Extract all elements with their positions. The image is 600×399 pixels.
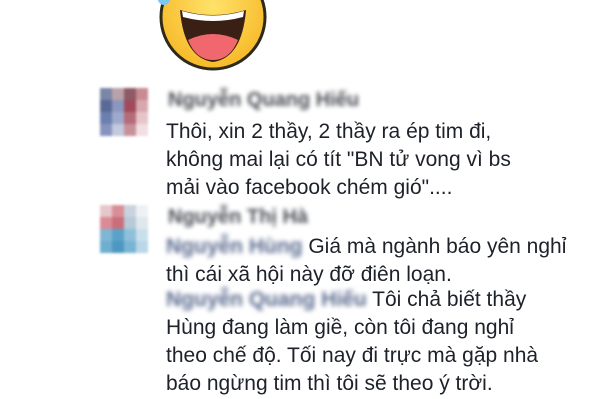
avatar[interactable] bbox=[100, 205, 148, 253]
reply-line: Hùng đang làm giề, còn tôi đang nghỉ bbox=[166, 316, 514, 339]
comment-author-name[interactable]: Nguyễn Quang Hiếu bbox=[168, 88, 359, 112]
avatar[interactable] bbox=[100, 88, 148, 136]
reply-line: báo ngừng tim thì tôi sẽ theo ý trời. bbox=[166, 372, 493, 395]
comment-line: không mai lại có tít "BN tử vong vì bs bbox=[166, 148, 511, 171]
laughing-emoji-icon bbox=[158, 0, 267, 71]
comment-thread: Nguyễn Quang Hiếu Thôi, xin 2 thầy, 2 th… bbox=[0, 0, 600, 399]
comment-text: Thôi, xin 2 thầy, 2 thầy ra ép tim đi, k… bbox=[166, 118, 511, 202]
comment-author-name[interactable]: Nguyễn Thị Hà bbox=[168, 205, 308, 229]
reply-text: Nguyễn Hùng Giá mà ngành báo yên nghỉ th… bbox=[166, 233, 566, 289]
mention-link[interactable]: Nguyễn Hùng bbox=[166, 233, 303, 261]
reply-line: Nguyễn Hùng Giá mà ngành báo yên nghỉ bbox=[166, 233, 566, 261]
comment-line: Thôi, xin 2 thầy, 2 thầy ra ép tim đi, bbox=[166, 120, 492, 143]
comment-line: mải vào facebook chém gió".... bbox=[166, 176, 453, 199]
reply-line: Nguyễn Quang Hiếu Tôi chả biết thầy bbox=[166, 286, 538, 314]
reply-line: theo chế độ. Tối nay đi trực mà gặp nhà bbox=[166, 344, 539, 367]
reply-line-text: Tôi chả biết thầy bbox=[372, 288, 527, 311]
reply-text: Nguyễn Quang Hiếu Tôi chả biết thầy Hùng… bbox=[166, 286, 538, 398]
reply-line: thì cái xã hội này đỡ điên loạn. bbox=[166, 263, 452, 286]
reply-line-text: Giá mà ngành báo yên nghỉ bbox=[308, 235, 567, 258]
mention-link[interactable]: Nguyễn Quang Hiếu bbox=[166, 286, 367, 314]
